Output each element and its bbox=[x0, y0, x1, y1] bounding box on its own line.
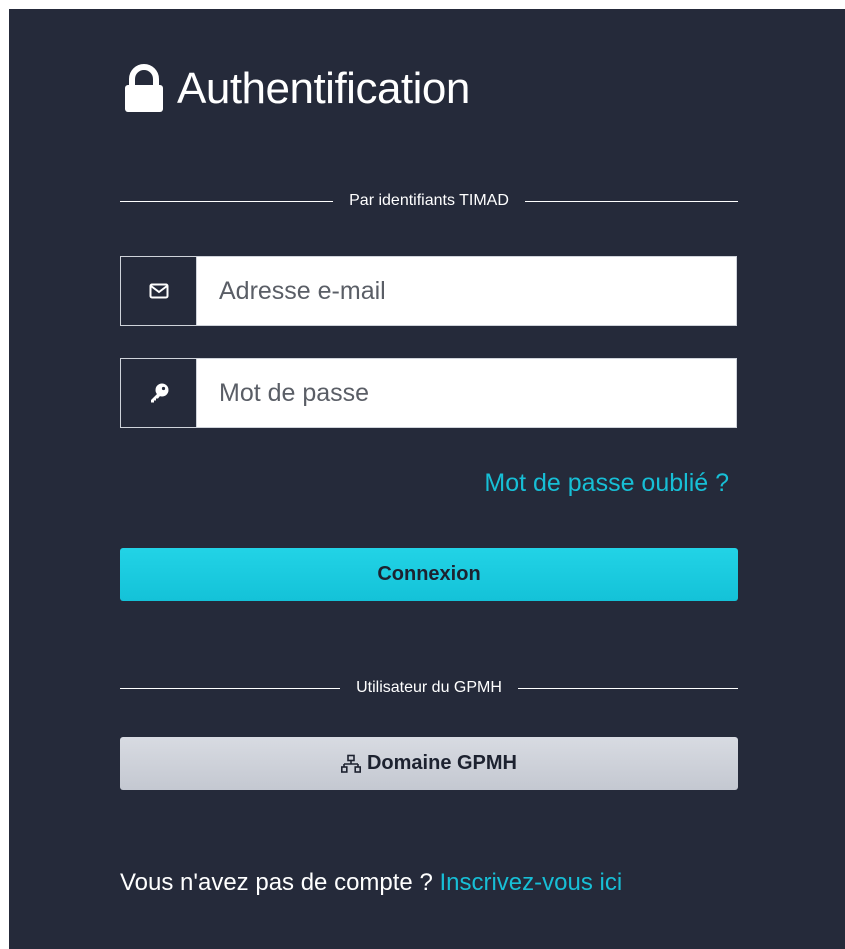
network-icon bbox=[340, 754, 361, 773]
signup-prompt: Vous n'avez pas de compte ? bbox=[120, 869, 433, 896]
password-input-group bbox=[120, 358, 737, 428]
page-header: Authentification bbox=[119, 64, 470, 114]
email-input-group bbox=[120, 256, 737, 326]
lock-icon bbox=[125, 64, 163, 112]
password-addon bbox=[121, 359, 197, 427]
envelope-icon bbox=[149, 283, 168, 299]
signup-link[interactable]: Inscrivez-vous ici bbox=[439, 869, 622, 896]
page-title: Authentification bbox=[177, 64, 470, 113]
forgot-password-link[interactable]: Mot de passe oublié ? bbox=[484, 469, 729, 498]
divider-line-left bbox=[120, 200, 334, 202]
email-addon bbox=[121, 257, 197, 325]
email-input[interactable] bbox=[197, 257, 736, 325]
divider-line-right bbox=[517, 687, 739, 689]
login-button[interactable]: Connexion bbox=[120, 548, 738, 601]
password-input[interactable] bbox=[197, 359, 736, 427]
divider-line-left bbox=[120, 687, 341, 689]
domain-button-label: Domaine GPMH bbox=[366, 752, 518, 774]
domain-divider: Utilisateur du GPMH bbox=[120, 679, 739, 697]
key-icon bbox=[150, 383, 168, 403]
credentials-section-label: Par identifiants TIMAD bbox=[349, 192, 509, 209]
credentials-divider: Par identifiants TIMAD bbox=[120, 192, 739, 210]
login-panel: Authentification Par identifiants TIMAD … bbox=[9, 9, 845, 949]
divider-line-right bbox=[524, 200, 739, 202]
domain-login-button[interactable]: Domaine GPMH bbox=[120, 737, 738, 790]
signup-row: Vous n'avez pas de compte ? Inscrivez-vo… bbox=[120, 869, 622, 897]
domain-section-label: Utilisateur du GPMH bbox=[356, 679, 502, 696]
